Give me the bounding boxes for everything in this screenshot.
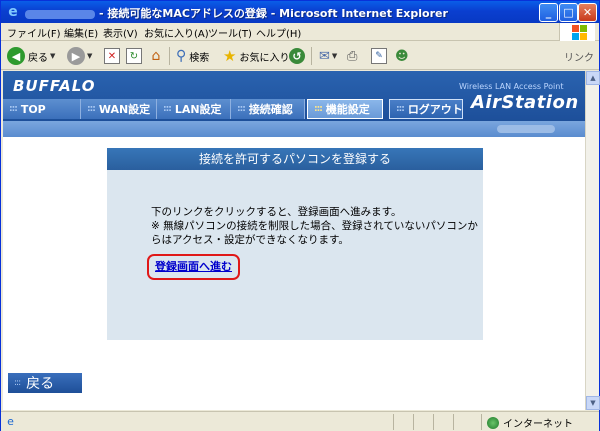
messenger-button[interactable]: ☻ — [395, 46, 409, 66]
sub-header-bar — [3, 121, 585, 137]
windows-logo-icon — [559, 23, 595, 41]
scroll-down-arrow-icon[interactable]: ▼ — [586, 396, 600, 410]
menu-help[interactable]: ヘルプ(H) — [256, 25, 301, 40]
forward-button[interactable]: ▶ ▼ — [67, 46, 92, 66]
tab-wan[interactable]: ::: WAN設定 — [81, 99, 157, 119]
edit-button[interactable]: ✎ — [371, 46, 387, 66]
star-icon: ★ — [223, 47, 237, 65]
back-button[interactable]: ◀ 戻る ▼ — [7, 46, 55, 66]
links-label[interactable]: リンク — [564, 46, 594, 66]
nav-tabs: ::: TOP ::: WAN設定 ::: LAN設定 ::: 接続確認 ::: 機能設定… — [3, 99, 463, 119]
menu-favorites[interactable]: お気に入り(A) — [144, 25, 209, 40]
menu-edit[interactable]: 編集(E) — [64, 25, 98, 40]
tab-function-settings[interactable]: ::: 機能設定 — [307, 99, 383, 119]
window-title: - 接続可能なMACアドレスの登録 - Microsoft Internet E… — [25, 5, 448, 21]
print-button[interactable]: ⎙ — [347, 46, 357, 66]
mail-button[interactable]: ✉ ▼ — [319, 46, 337, 66]
chevron-down-icon: ▼ — [50, 52, 56, 60]
title-bar: e - 接続可能なMACアドレスの登録 - Microsoft Internet… — [1, 1, 599, 23]
toolbar-divider — [169, 47, 170, 65]
stop-button[interactable]: ✕ — [104, 46, 120, 66]
back-arrow-icon: ◀ — [7, 47, 25, 65]
search-button[interactable]: ⚲ 検索 — [176, 46, 209, 66]
home-button[interactable]: ⌂ — [148, 46, 164, 66]
maximize-button[interactable]: □ — [559, 3, 578, 22]
edit-icon: ✎ — [371, 48, 387, 64]
dots-icon: ::: — [14, 378, 21, 388]
chevron-down-icon: ▼ — [87, 52, 93, 60]
toolbar: ◀ 戻る ▼ ▶ ▼ ✕ ↻ ⌂ ⚲ 検索 ★ お気に入り ↺ ✉ ▼ ⎙ ✎ … — [1, 42, 599, 70]
favorites-button[interactable]: ★ お気に入り — [223, 46, 289, 66]
toolbar-divider — [311, 47, 312, 65]
minimize-button[interactable]: _ — [539, 3, 558, 22]
tab-lan[interactable]: ::: LAN設定 — [157, 99, 231, 119]
page-content: BUFFALO Wireless LAN Access Point AirSta… — [3, 71, 585, 410]
close-button[interactable]: ✕ — [578, 3, 597, 22]
panel-description: 下のリンクをクリックすると、登録画面へ進みます。 ※ 無線パソコンの接続を制限し… — [151, 206, 478, 246]
refresh-button[interactable]: ↻ — [126, 46, 142, 66]
status-divider — [413, 414, 414, 430]
status-divider — [433, 414, 434, 430]
history-icon: ↺ — [289, 48, 305, 64]
search-icon: ⚲ — [176, 48, 187, 64]
status-divider — [393, 414, 394, 430]
status-divider — [481, 414, 482, 430]
printer-icon: ⎙ — [347, 48, 358, 64]
vertical-scrollbar[interactable]: ▲ ▼ — [585, 71, 600, 410]
redacted-text — [25, 9, 95, 19]
mail-icon: ✉ — [319, 48, 330, 64]
tab-logout[interactable]: ::: ログアウト — [389, 99, 463, 119]
security-zone: インターネット — [487, 415, 573, 430]
status-bar: e インターネット — [1, 411, 599, 431]
ie-icon: e — [8, 4, 18, 20]
buffalo-header: BUFFALO Wireless LAN Access Point AirSta… — [3, 71, 585, 121]
chevron-down-icon: ▼ — [331, 52, 338, 60]
register-screen-link[interactable]: 登録画面へ進む — [155, 260, 232, 273]
history-button[interactable]: ↺ — [289, 46, 305, 66]
back-page-button[interactable]: ::: 戻る — [8, 373, 82, 393]
highlight-frame: 登録画面へ進む — [147, 254, 240, 280]
tab-connection-check[interactable]: ::: 接続確認 — [231, 99, 305, 119]
browser-window: e - 接続可能なMACアドレスの登録 - Microsoft Internet… — [0, 0, 600, 431]
product-subtitle: Wireless LAN Access Point — [459, 82, 564, 91]
page-icon: e — [7, 415, 14, 428]
redacted-text — [497, 125, 555, 133]
buffalo-logo: BUFFALO — [13, 77, 96, 95]
airstation-logo: AirStation — [471, 92, 579, 113]
tab-top[interactable]: ::: TOP — [3, 99, 81, 119]
home-icon: ⌂ — [151, 48, 161, 64]
menu-tools[interactable]: ツール(T) — [208, 25, 252, 40]
stop-icon: ✕ — [104, 48, 120, 64]
status-divider — [453, 414, 454, 430]
panel-title: 接続を許可するパソコンを登録する — [107, 148, 483, 170]
messenger-icon: ☻ — [395, 48, 409, 64]
forward-arrow-icon: ▶ — [67, 47, 85, 65]
globe-icon — [487, 416, 499, 429]
menu-file[interactable]: ファイル(F) — [7, 25, 61, 40]
scroll-up-arrow-icon[interactable]: ▲ — [586, 71, 600, 85]
register-panel: 接続を許可するパソコンを登録する 下のリンクをクリックすると、登録画面へ進みます… — [107, 148, 483, 340]
refresh-icon: ↻ — [126, 48, 142, 64]
menu-bar: ファイル(F) 編集(E) 表示(V) お気に入り(A) ツール(T) ヘルプ(… — [1, 23, 599, 41]
menu-view[interactable]: 表示(V) — [103, 25, 138, 40]
